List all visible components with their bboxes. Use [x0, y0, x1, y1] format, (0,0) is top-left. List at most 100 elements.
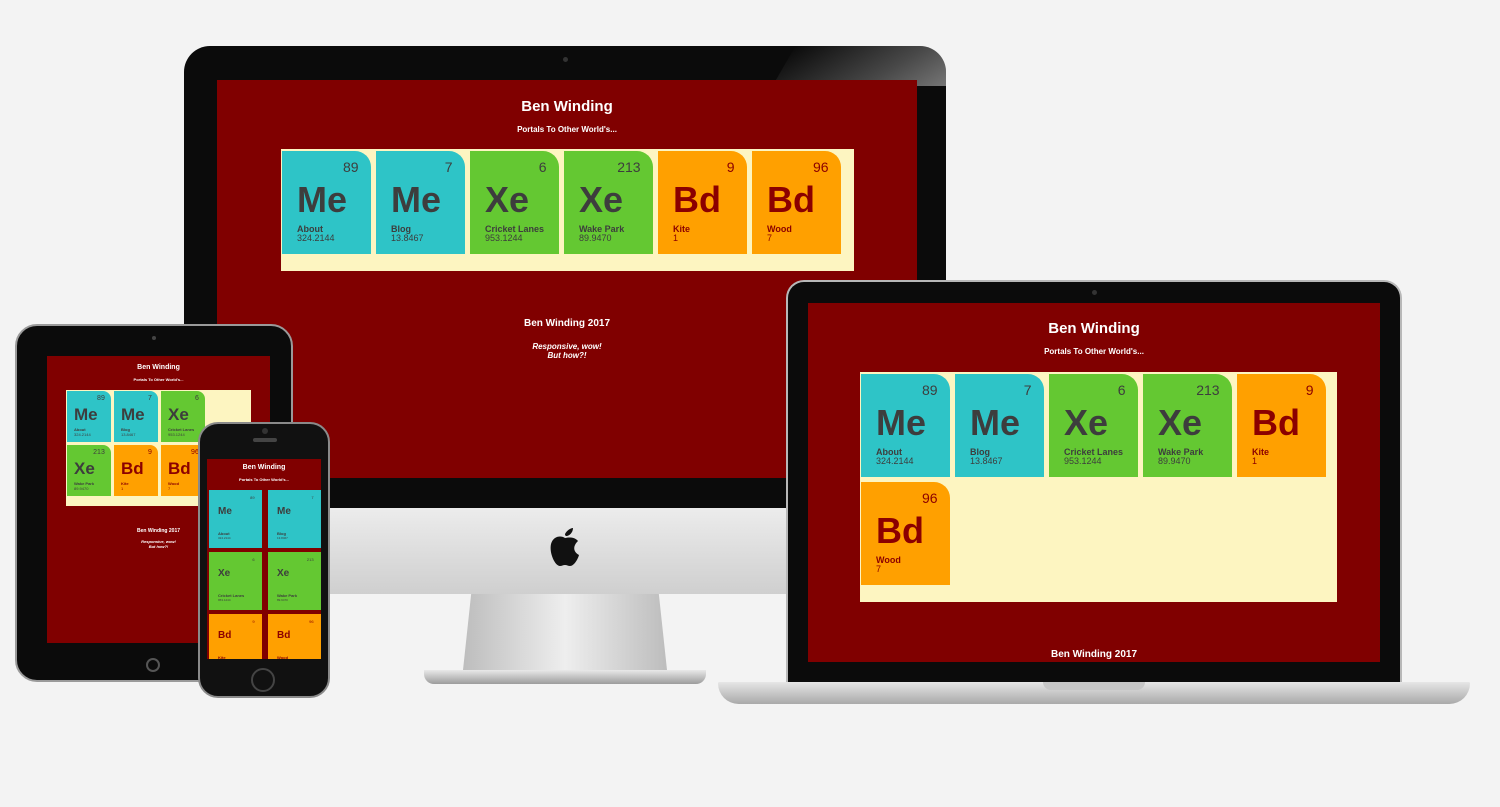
phone-speaker	[253, 438, 277, 442]
site-subtitle: Portals To Other World's...	[1044, 347, 1144, 356]
element-tile-cricket-lanes[interactable]: 6 Xe Cricket Lanes 953.1244	[209, 552, 262, 610]
tile-value: 13.8467	[970, 456, 1003, 466]
tile-value: 89.9470	[1158, 456, 1191, 466]
site-title: Ben Winding	[242, 464, 286, 471]
tile-number: 6	[252, 556, 255, 562]
element-tile-blog[interactable]: 7 Me Blog 13.8467	[268, 490, 321, 548]
tile-number: 9	[1305, 382, 1314, 399]
element-tile-blog[interactable]: 7 Me Blog 13.8467	[955, 374, 1044, 477]
tile-value: 953.1244	[218, 598, 231, 602]
site-subtitle: Portals To Other World's...	[517, 125, 617, 134]
element-tile-about[interactable]: 89 Me About 324.2144	[282, 151, 371, 254]
element-tile-kite[interactable]: 9BdKite1	[1237, 374, 1326, 477]
tile-symbol: Bd	[121, 459, 144, 478]
element-tile-about[interactable]: 89 Me About 324.2144	[67, 391, 111, 442]
tile-symbol: Me	[121, 405, 145, 424]
tile-value: 89.9470	[277, 598, 288, 602]
element-tile-wake-park[interactable]: 213 Xe Wake Park 89.9470	[564, 151, 653, 254]
tile-value: 7	[767, 233, 773, 243]
tile-symbol: Xe	[218, 568, 231, 579]
tile-value: 953.1244	[485, 233, 523, 243]
tile-number: 7	[1023, 382, 1032, 399]
tile-value: 13.8467	[391, 233, 424, 243]
element-tile-wood[interactable]: 96BdWood7	[861, 482, 950, 585]
tile-number: 6	[1117, 382, 1126, 399]
element-tile-kite[interactable]: 9BdKite1	[114, 445, 158, 496]
tile-number: 9	[147, 449, 152, 457]
tile-symbol: Xe	[579, 179, 624, 220]
tile-number: 9	[252, 618, 255, 624]
tile-number: 6	[538, 159, 547, 176]
tile-number: 96	[921, 490, 938, 507]
tile-value: 89.9470	[579, 233, 612, 243]
tile-number: 89	[250, 494, 255, 500]
phone-home-button	[251, 668, 275, 692]
tile-value: 13.8467	[277, 536, 288, 540]
phone-camera	[262, 428, 268, 434]
element-tile-wood[interactable]: 96BdWood7	[268, 614, 321, 659]
tile-symbol: Xe	[277, 568, 290, 579]
tile-symbol: Bd	[876, 510, 924, 551]
tile-number: 213	[306, 556, 314, 562]
tile-symbol: Bd	[218, 630, 232, 641]
tile-symbol: Bd	[168, 459, 191, 478]
tile-symbol: Xe	[168, 405, 189, 424]
tile-number: 89	[921, 382, 938, 399]
tablet-home-button	[146, 658, 160, 672]
element-tile-about[interactable]: 89 Me About 324.2144	[861, 374, 950, 477]
tile-number: 7	[311, 494, 314, 500]
laptop-camera	[1092, 290, 1097, 295]
tile-value: 1	[673, 233, 679, 243]
element-tile-about[interactable]: 89 Me About 324.2144	[209, 490, 262, 548]
site-subtitle: Portals To Other World's...	[239, 477, 289, 482]
tablet-camera	[152, 336, 156, 340]
tile-symbol: Xe	[74, 459, 95, 478]
tile-symbol: Bd	[673, 179, 721, 220]
tile-symbol: Me	[277, 506, 291, 517]
tile-number: 96	[309, 618, 314, 624]
footer-title: Ben Winding 2017	[1050, 649, 1138, 660]
tile-number: 89	[97, 395, 105, 403]
tile-number: 213	[1196, 382, 1220, 399]
element-tile-kite[interactable]: 9BdKite1	[658, 151, 747, 254]
element-tile-cricket-lanes[interactable]: 6 Xe Cricket Lanes 953.1244	[470, 151, 559, 254]
tile-number: 96	[812, 159, 829, 176]
tile-value: 1	[1252, 456, 1258, 466]
site-title: Ben Winding	[521, 98, 613, 115]
tile-symbol: Bd	[1252, 402, 1300, 443]
element-tile-wake-park[interactable]: 213 Xe Wake Park 89.9470	[1143, 374, 1232, 477]
tile-value: 89.9470	[74, 486, 89, 491]
element-tile-wake-park[interactable]: 213 Xe Wake Park 89.9470	[67, 445, 111, 496]
tile-value: 953.1244	[1064, 456, 1102, 466]
imac-camera	[563, 57, 568, 62]
tile-number: 89	[342, 159, 359, 176]
tile-value: 1	[121, 486, 124, 491]
tile-number: 9	[726, 159, 735, 176]
apple-logo-icon	[550, 528, 579, 566]
imac-stand	[463, 594, 667, 670]
tile-symbol: Xe	[1158, 402, 1203, 443]
element-tile-blog[interactable]: 7 Me Blog 13.8467	[114, 391, 158, 442]
tile-symbol: Me	[876, 402, 927, 443]
tile-number: 213	[617, 159, 641, 176]
site-subtitle: Portals To Other World's...	[133, 377, 184, 382]
tile-symbol: Me	[74, 405, 98, 424]
element-tile-wake-park[interactable]: 213 Xe Wake Park 89.9470	[268, 552, 321, 610]
laptop-screen: Ben Winding Portals To Other World's... …	[808, 303, 1380, 662]
tile-symbol: Xe	[1064, 402, 1109, 443]
tile-value: 324.2144	[876, 456, 914, 466]
laptop-notch	[1043, 682, 1145, 690]
tile-symbol: Bd	[277, 630, 291, 641]
element-tile-wood[interactable]: 96BdWood7	[752, 151, 841, 254]
element-tile-blog[interactable]: 7 Me Blog 13.8467	[376, 151, 465, 254]
tile-value: 324.2144	[218, 536, 231, 540]
tile-name: Kite	[218, 655, 226, 659]
tile-number: 6	[194, 395, 199, 403]
element-tile-cricket-lanes[interactable]: 6 Xe Cricket Lanes 953.1244	[1049, 374, 1138, 477]
element-tile-kite[interactable]: 9BdKite1	[209, 614, 262, 659]
tile-symbol: Xe	[485, 179, 530, 220]
tile-value: 324.2144	[74, 432, 91, 437]
tile-value: 7	[876, 564, 882, 574]
tile-value: 953.1244	[168, 432, 185, 437]
tile-name: Wood	[277, 655, 289, 659]
